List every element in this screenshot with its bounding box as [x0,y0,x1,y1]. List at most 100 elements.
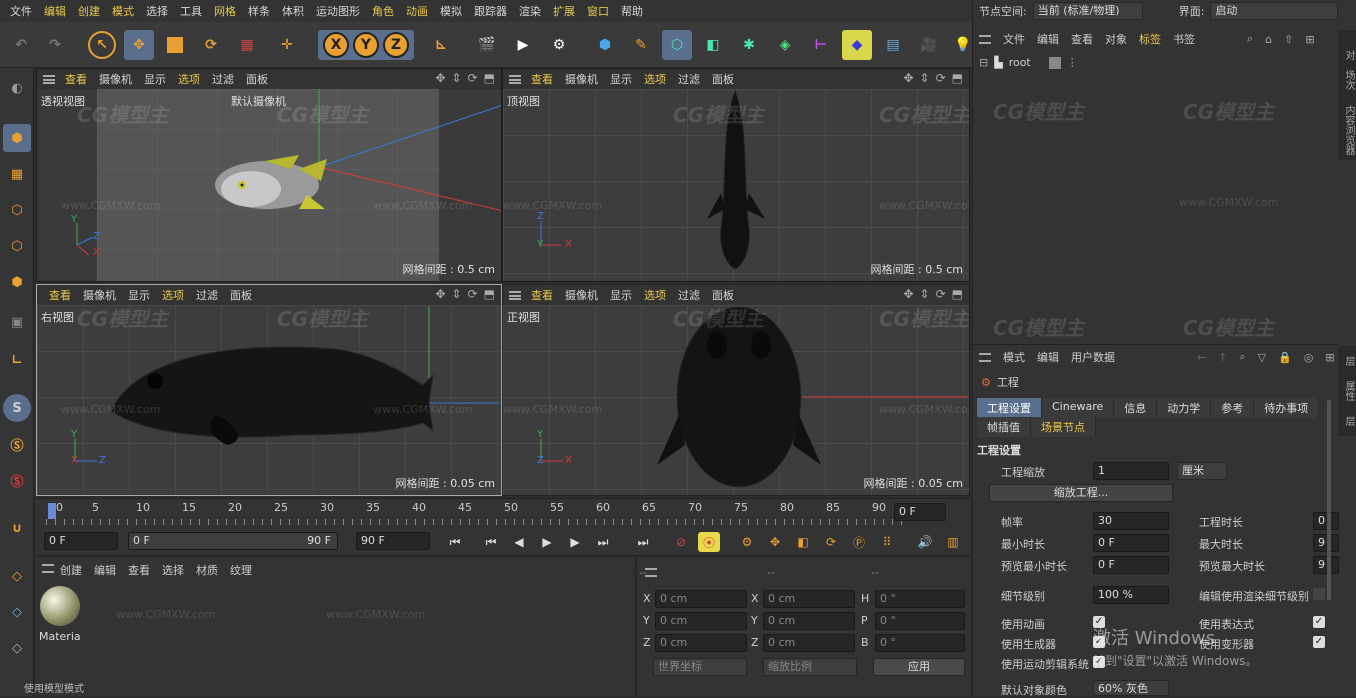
autokey-icon[interactable]: ⦿ [698,532,720,552]
tab-todo[interactable]: 待办事项 [1254,398,1320,418]
key-scale-icon[interactable]: ◧ [792,532,814,552]
am-menu-mode[interactable]: 模式 [1003,349,1025,365]
menu-volume[interactable]: 体积 [276,3,310,19]
go-to-start-icon[interactable]: ⏮ [444,532,466,552]
key-parameter-icon[interactable]: Ⓟ [848,532,870,552]
material-menu-create[interactable]: 创建 [60,562,82,578]
menu-tools[interactable]: 工具 [174,3,208,19]
key-rotation-icon[interactable]: ⟳ [820,532,842,552]
end-frame-field[interactable]: 90 F [356,532,430,550]
material-menu-icon[interactable] [42,564,54,573]
om-expand-icon[interactable]: ⇧ [1284,33,1293,46]
pos-x-field[interactable]: 0 cm [655,590,747,608]
rot-b-field[interactable]: 0 ° [875,634,965,652]
material-menu-select[interactable]: 选择 [162,562,184,578]
am-filter-icon[interactable]: ▽ [1258,351,1266,364]
pos-y-field[interactable]: 0 cm [655,612,747,630]
rot-p-field[interactable]: 0 ° [875,612,965,630]
subdivision-icon[interactable]: ⬡ [662,30,692,60]
coordinate-system-icon[interactable]: ⊾ [426,30,456,60]
interface-dropdown[interactable]: 启动 [1210,2,1339,20]
material-menu-edit[interactable]: 编辑 [94,562,116,578]
scale-project-button[interactable]: 缩放工程... [989,484,1173,502]
am-scrollbar[interactable] [1327,400,1331,600]
root-tag-icon[interactable] [1048,56,1061,69]
key-pla-icon[interactable]: ⠿ [876,532,898,552]
preview-min-field[interactable]: 0 F [1093,556,1169,574]
start-frame-field[interactable]: 0 F [44,532,118,550]
menu-help[interactable]: 帮助 [615,3,649,19]
edges-mode-icon[interactable]: ⬡ [3,232,31,260]
x-axis-lock-icon[interactable]: X [323,32,349,58]
coord-system-dropdown[interactable]: 世界坐标 [653,658,747,676]
field-icon[interactable]: ◆ [842,30,872,60]
side-tab-layers[interactable]: 层 [1338,346,1356,376]
snap-settings-icon[interactable]: Ⓢ [3,430,31,458]
om-root-item[interactable]: ⊟ ▙ root ⋮ [979,56,1078,69]
tab-info[interactable]: 信息 [1114,398,1158,418]
play-icon[interactable]: ▶ [536,532,558,552]
floor-icon[interactable]: ▤ [878,30,908,60]
polygons-mode-icon[interactable]: ⬢ [3,268,31,296]
playhead[interactable] [48,503,56,519]
key-position-icon[interactable]: ✥ [764,532,786,552]
cube-icon[interactable]: ⬢ [590,30,620,60]
points-mode-icon[interactable]: ⬡ [3,196,31,224]
size-mode-dropdown[interactable]: 缩放比例 [763,658,857,676]
max-time-field[interactable]: 9 [1313,534,1339,552]
size-z-field[interactable]: 0 cm [763,634,855,652]
menu-simulate[interactable]: 模拟 [434,3,468,19]
render-settings-icon[interactable]: ⚙ [544,30,574,60]
viewport-right[interactable]: 查看 摄像机 显示 选项 过滤 面板 ✥ ⇕ ⟳ ⬒ 右视图 Y X Z 网格间距 :… [36,284,502,496]
viewport-top[interactable]: 查看 摄像机 显示 选项 过滤 面板 ✥ ⇕ ⟳ ⬒ 顶视图 Z Y X 网格间距 :… [502,68,970,282]
pen-icon[interactable]: ✎ [626,30,656,60]
apply-button[interactable]: 应用 [873,658,965,676]
project-duration-field[interactable]: 0 [1313,512,1339,530]
side-tab-content-browser[interactable]: 内容浏览器 [1338,100,1356,160]
am-back-icon[interactable]: ← [1197,351,1206,364]
previous-key-icon[interactable]: ⏮ [480,532,502,552]
previous-frame-icon[interactable]: ◀ [508,532,530,552]
extrude-icon[interactable]: ◧ [698,30,728,60]
material-swatch[interactable] [40,586,80,626]
axis-mode-icon[interactable]: ∟ [3,346,31,374]
lod-field[interactable]: 100 % [1093,586,1169,604]
menu-window[interactable]: 窗口 [581,3,615,19]
menu-mode[interactable]: 模式 [106,3,140,19]
move-tool-icon[interactable]: ✥ [124,30,154,60]
y-axis-lock-icon[interactable]: Y [353,32,379,58]
project-scale-unit-dropdown[interactable]: 厘米 [1177,462,1227,480]
menu-select[interactable]: 选择 [140,3,174,19]
lock-workplane-icon[interactable]: ◇ [3,634,31,662]
root-dots-icon[interactable]: ⋮ [1067,56,1078,69]
rot-h-field[interactable]: 0 ° [875,590,965,608]
om-menu-object[interactable]: 对象 [1105,31,1127,47]
menu-animate[interactable]: 动画 [400,3,434,19]
pos-z-field[interactable]: 0 cm [655,634,747,652]
menu-edit[interactable]: 编辑 [38,3,72,19]
viewport-perspective[interactable]: 查看 摄像机 显示 选项 过滤 面板 ✥ ⇕ ⟳ ⬒ 透视视图 默认摄像机 Y Z X… [36,68,502,282]
render-lod-checkbox[interactable] [1313,588,1325,600]
material-menu-material[interactable]: 材质 [196,562,218,578]
om-search-icon[interactable]: ⌕ [1247,32,1253,46]
camera-icon[interactable]: 🎥 [914,30,944,60]
use-expressions-checkbox[interactable]: ✓ [1313,616,1325,628]
size-x-field[interactable]: 0 cm [763,590,855,608]
menu-tracker[interactable]: 跟踪器 [468,3,513,19]
tab-dynamics[interactable]: 动力学 [1157,398,1212,418]
size-y-field[interactable]: 0 cm [763,612,855,630]
om-menu-file[interactable]: 文件 [1003,31,1025,47]
menu-create[interactable]: 创建 [72,3,106,19]
min-time-field[interactable]: 0 F [1093,534,1169,552]
viewport-front[interactable]: 查看 摄像机 显示 选项 过滤 面板 ✥ ⇕ ⟳ ⬒ 正视图 Y Z X 网格间距 :… [502,284,970,496]
material-menu-texture[interactable]: 纹理 [230,562,252,578]
select-tool-icon[interactable]: ↖ [88,31,116,59]
om-menu-edit[interactable]: 编辑 [1037,31,1059,47]
magnet-icon[interactable]: ∪ [3,514,31,542]
tab-project-settings[interactable]: 工程设置 [977,398,1042,418]
add-tool-icon[interactable]: ✛ [272,30,302,60]
model-mode-icon[interactable]: ⬢ [3,124,31,152]
next-frame-icon[interactable]: ▶ [564,532,586,552]
am-target-icon[interactable]: ◎ [1304,351,1314,364]
am-new-window-icon[interactable]: ⊞ [1325,351,1334,364]
